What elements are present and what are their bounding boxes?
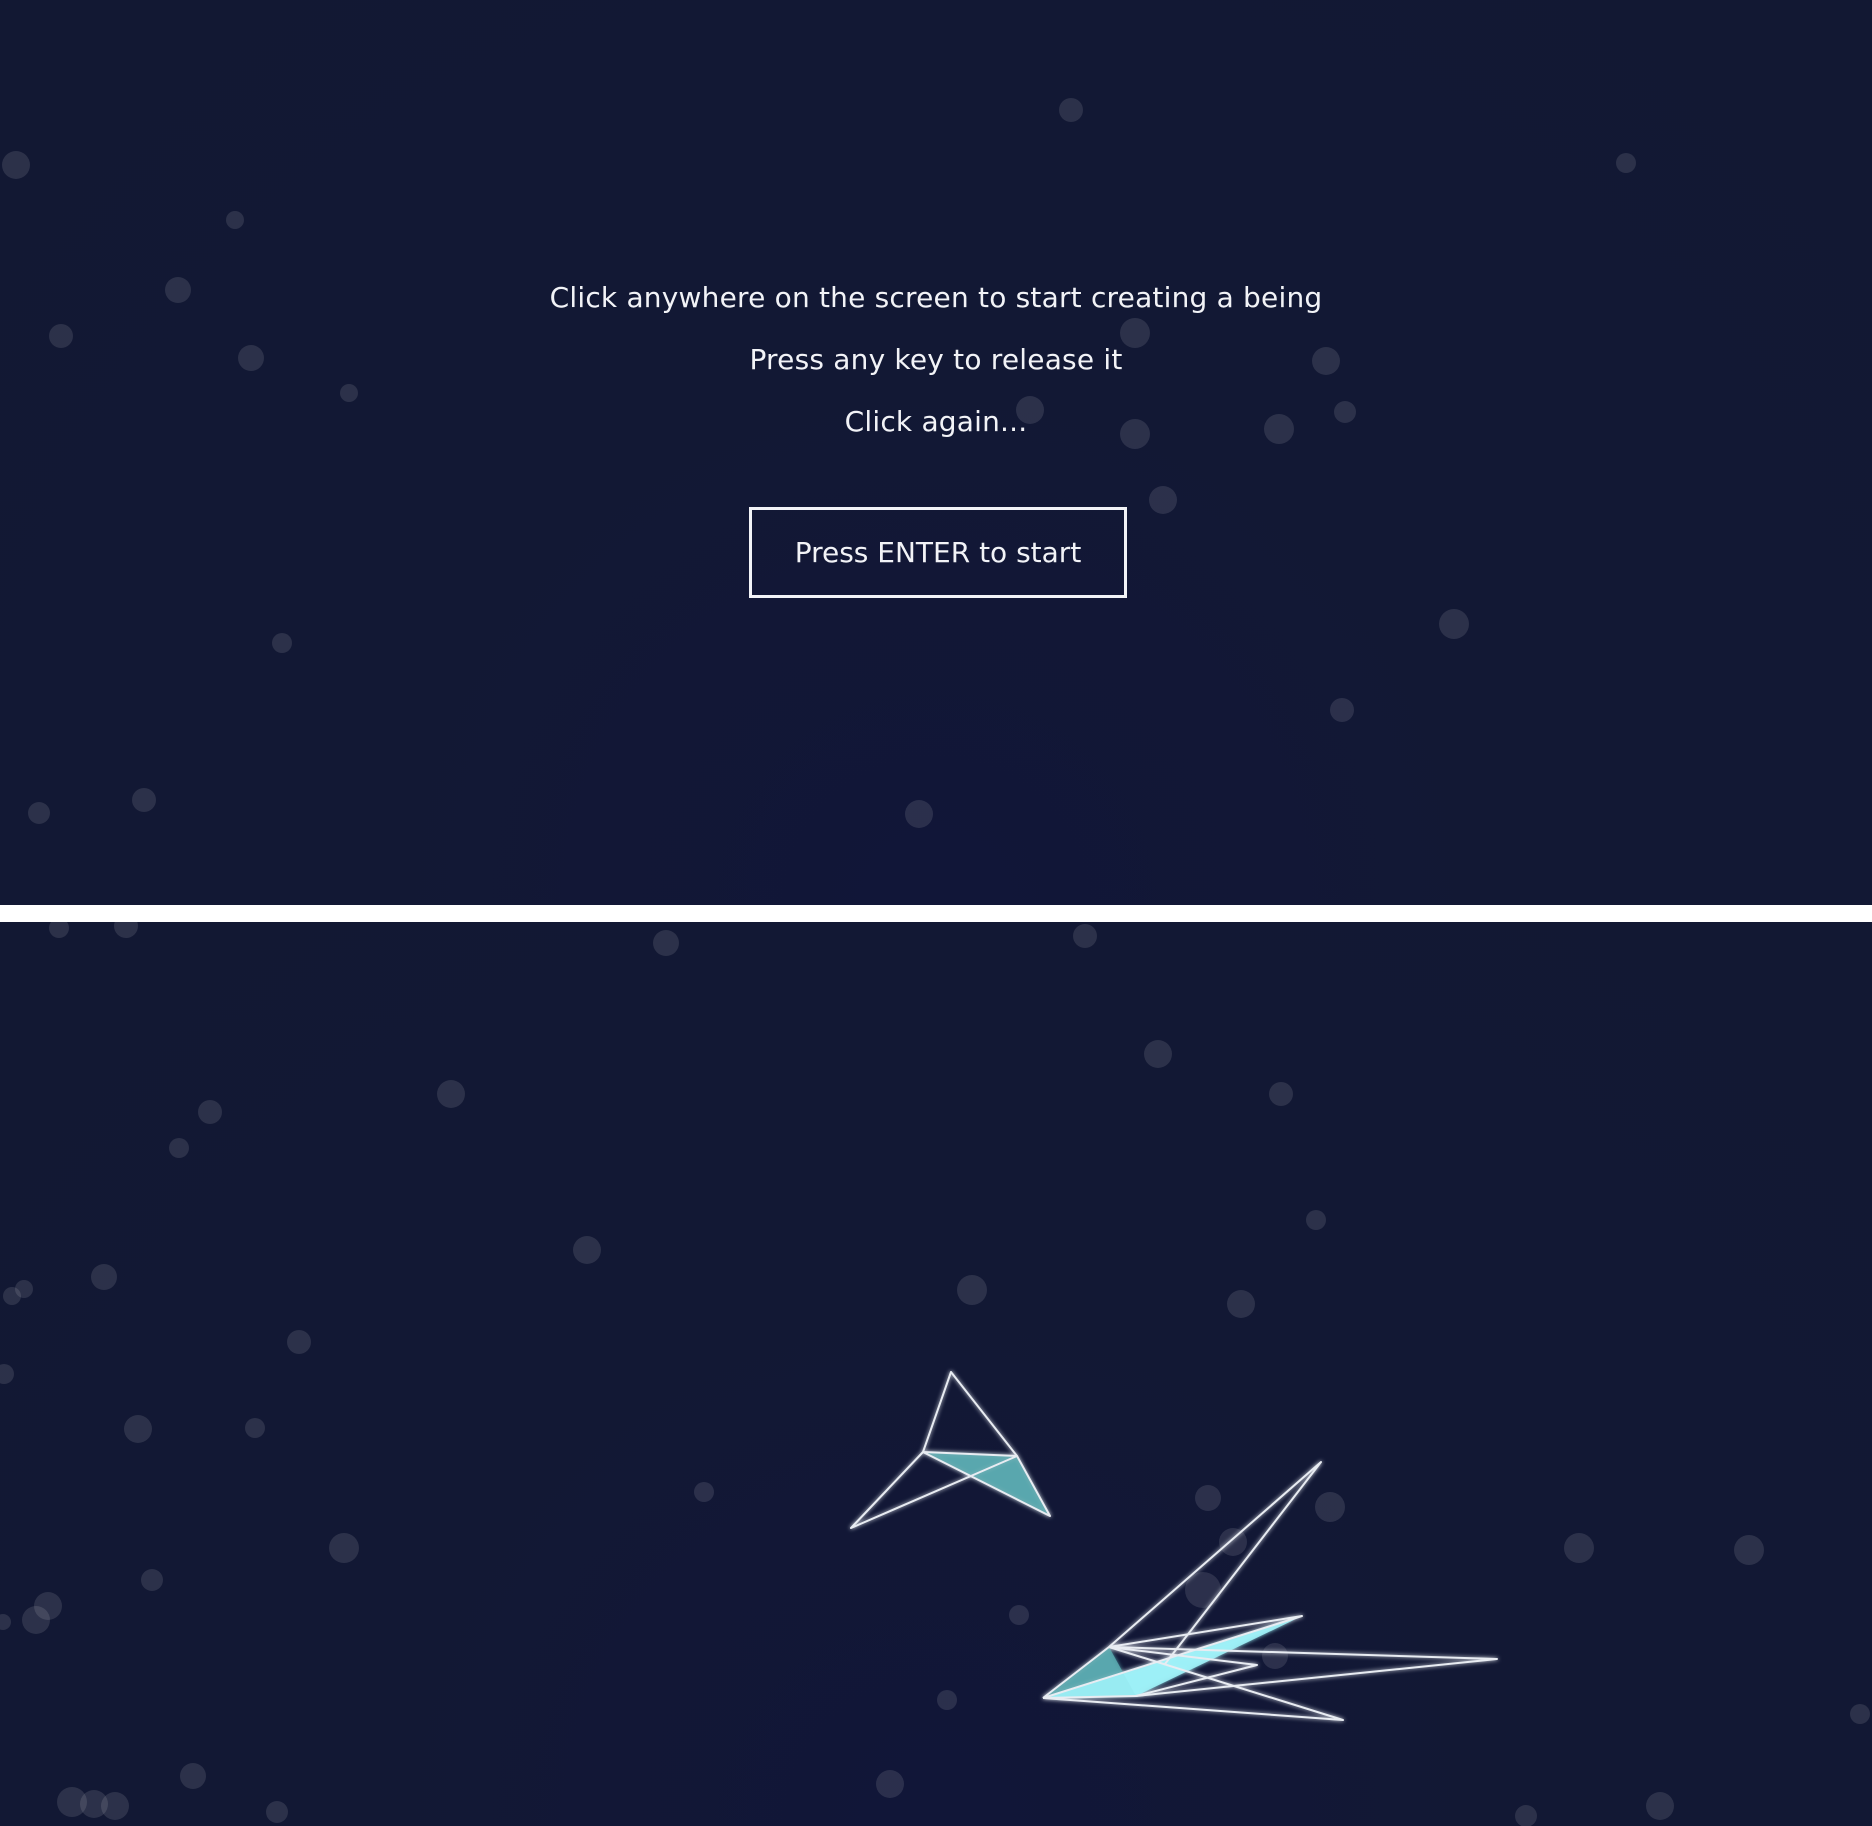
- particle: [1330, 698, 1354, 722]
- being-small: [850, 1371, 1051, 1529]
- particle: [1616, 153, 1636, 173]
- start-button[interactable]: Press ENTER to start: [749, 507, 1127, 598]
- instruction-create: Click anywhere on the screen to start cr…: [549, 281, 1323, 314]
- start-screen-panel[interactable]: Click anywhere on the screen to start cr…: [0, 0, 1872, 905]
- particle: [1439, 609, 1469, 639]
- particle: [2, 151, 30, 179]
- particle: [132, 788, 156, 812]
- start-button-label: Press ENTER to start: [794, 536, 1082, 569]
- instruction-click-again: Click again...: [844, 405, 1028, 438]
- particle: [226, 211, 244, 229]
- creation-canvas[interactable]: [0, 922, 1872, 1826]
- particle: [272, 633, 292, 653]
- particle: [28, 802, 50, 824]
- being-large: [1042, 1461, 1498, 1721]
- particle: [1059, 98, 1083, 122]
- beings-layer: [850, 1371, 1498, 1721]
- instruction-release: Press any key to release it: [749, 343, 1123, 376]
- particle: [1149, 486, 1177, 514]
- panel-divider: [0, 905, 1872, 922]
- instructions: Click anywhere on the screen to start cr…: [0, 274, 1872, 460]
- particle: [905, 800, 933, 828]
